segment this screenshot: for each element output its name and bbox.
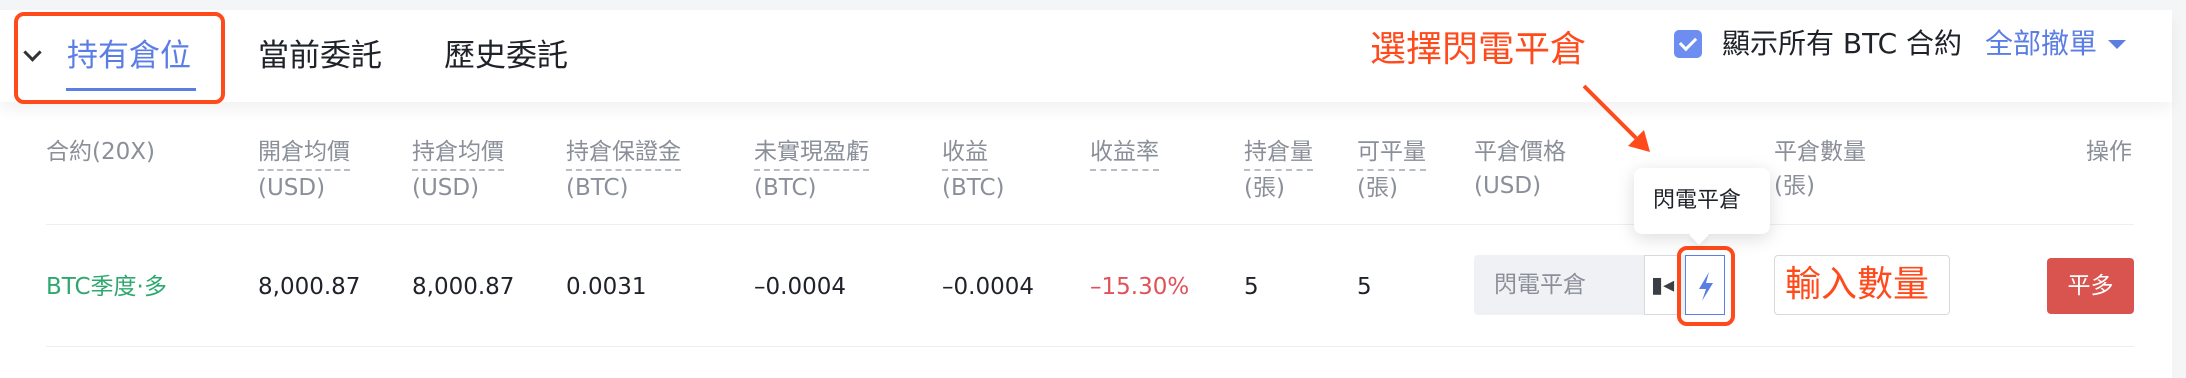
pnl-rate-cell: –15.30% [1090,274,1190,300]
margin-cell: 0.0031 [566,274,647,300]
closable-cell: 5 [1357,274,1372,300]
column-header-margin: 持倉保證金 (BTC) [566,135,681,205]
column-header-open-avg: 開倉均價 (USD) [258,135,350,205]
close-long-button[interactable]: 平多 [2047,258,2134,314]
column-header-pnl: 收益 (BTC) [942,135,1005,205]
column-header-contract: 合約(20X) [46,139,155,165]
hold-avg-price-cell: 8,000.87 [412,274,515,300]
column-header-hold-avg: 持倉均價 (USD) [412,135,504,205]
row-divider [46,346,2134,347]
column-header-unrealized-pnl: 未實現盈虧 (BTC) [754,135,869,205]
column-header-closable: 可平量 (張) [1357,135,1426,205]
column-header-position: 持倉量 (張) [1244,135,1313,205]
pnl-cell: –0.0004 [942,274,1034,300]
close-price-placeholder: 閃電平倉 [1494,272,1586,298]
column-header-close-price: 平倉價格 (USD) [1474,139,1566,199]
show-all-checkbox[interactable] [1674,30,1702,58]
column-header-action: 操作 [2086,139,2132,165]
annotation-highlight-flash [1677,246,1735,326]
price-side-button[interactable]: ▮◂ [1644,255,1680,315]
contract-cell[interactable]: BTC季度·多 [46,270,167,304]
header-divider [46,224,2134,225]
unrealized-pnl-cell: –0.0004 [754,274,846,300]
open-avg-price-cell: 8,000.87 [258,274,361,300]
cancel-all-button[interactable]: 全部撤單 [1985,24,2097,64]
bars-toggle-icon: ▮◂ [1651,273,1675,298]
close-qty-placeholder: 輸入數量 [1785,264,1930,305]
flash-close-tooltip: 閃電平倉 [1634,168,1770,245]
position-cell: 5 [1244,274,1259,300]
column-header-close-qty: 平倉數量 (張) [1774,139,1866,199]
tooltip-text: 閃電平倉 [1653,188,1742,213]
show-all-label[interactable]: 顯示所有 BTC 合約 [1722,24,1962,64]
close-qty-input[interactable]: 輸入數量 [1774,255,1950,315]
caret-down-icon[interactable] [2108,40,2126,49]
column-header-pnl-rate: 收益率 [1090,135,1159,171]
